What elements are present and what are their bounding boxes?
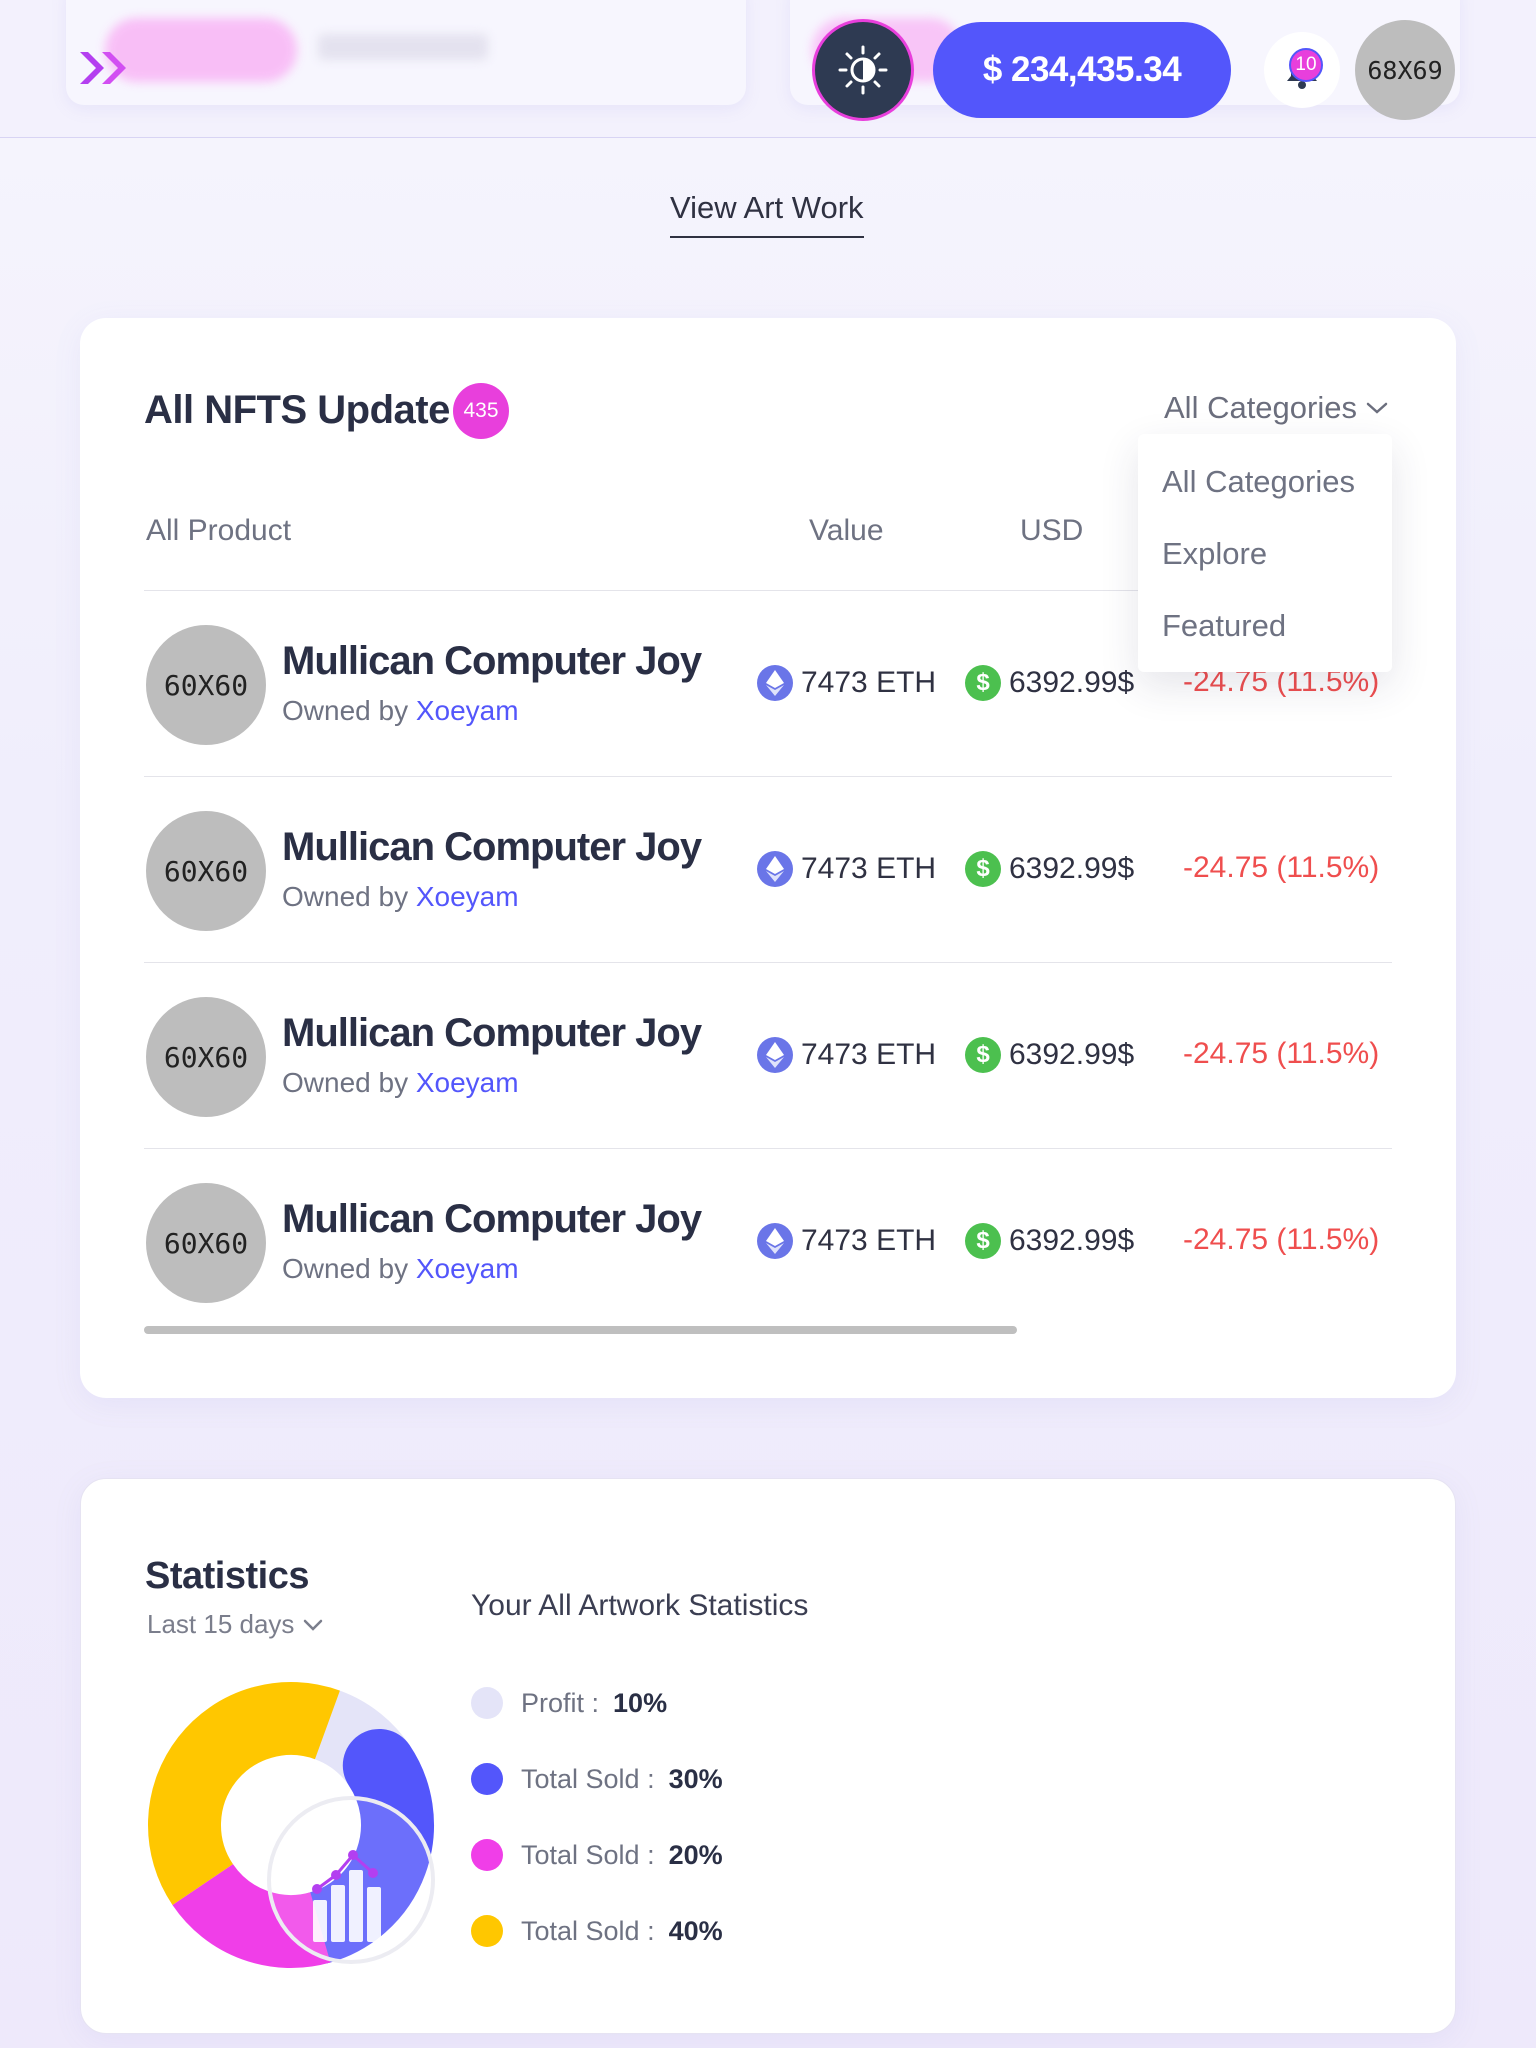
eth-amount: 7473 ETH bbox=[801, 1038, 937, 1071]
usd-amount: 6392.99$ bbox=[1009, 666, 1135, 699]
usd-value: $ 6392.99$ bbox=[965, 1223, 1134, 1259]
statistics-subtitle: Your All Artwork Statistics bbox=[471, 1589, 809, 1622]
usd-amount: 6392.99$ bbox=[1009, 852, 1135, 885]
ethereum-icon bbox=[757, 1223, 793, 1259]
owned-by-text: Owned by Xoeyam bbox=[282, 881, 519, 913]
legend-dot bbox=[471, 1915, 503, 1947]
ethereum-icon bbox=[757, 1037, 793, 1073]
statistics-card: Statistics Last 15 days Your All Artwork… bbox=[80, 1478, 1456, 2034]
dollar-icon: $ bbox=[965, 851, 1001, 887]
dollar-icon: $ bbox=[965, 1037, 1001, 1073]
owned-by-label: Owned by bbox=[282, 695, 416, 726]
column-header-usd: USD bbox=[1020, 514, 1084, 547]
owner-link[interactable]: Xoeyam bbox=[416, 881, 519, 912]
dollar-icon: $ bbox=[965, 665, 1001, 701]
owned-by-text: Owned by Xoeyam bbox=[282, 695, 519, 727]
price-change: -24.75 (11.5%) bbox=[1183, 1037, 1380, 1070]
horizontal-scrollbar[interactable] bbox=[144, 1326, 1017, 1334]
nft-thumbnail: 60X60 bbox=[146, 1183, 266, 1303]
nft-name: Mullican Computer Joy bbox=[282, 1011, 702, 1055]
legend-label: Total Sold : bbox=[521, 1763, 655, 1794]
brightness-icon bbox=[838, 45, 888, 95]
dropdown-option-featured[interactable]: Featured bbox=[1138, 590, 1392, 662]
statistics-title: Statistics bbox=[145, 1555, 309, 1597]
nft-name: Mullican Computer Joy bbox=[282, 1197, 702, 1241]
view-art-work-link[interactable]: View Art Work bbox=[670, 190, 864, 238]
chevron-down-icon bbox=[304, 1619, 323, 1631]
legend-item: Total Sold : 20% bbox=[471, 1817, 723, 1893]
blurred-text-left bbox=[318, 34, 488, 60]
chevron-down-icon bbox=[1366, 402, 1388, 414]
usd-value: $ 6392.99$ bbox=[965, 1037, 1134, 1073]
theme-toggle-button[interactable] bbox=[812, 19, 914, 121]
wallet-balance-button[interactable]: $ 234,435.34 bbox=[933, 22, 1231, 118]
usd-value: $ 6392.99$ bbox=[965, 851, 1134, 887]
owner-link[interactable]: Xoeyam bbox=[416, 695, 519, 726]
statistics-donut-chart bbox=[148, 1682, 435, 1968]
price-change: -24.75 (11.5%) bbox=[1183, 1223, 1380, 1256]
column-header-product: All Product bbox=[146, 514, 292, 547]
nft-table: 60X60 Mullican Computer Joy Owned by Xoe… bbox=[144, 590, 1392, 1334]
legend-item: Total Sold : 40% bbox=[471, 1893, 723, 1969]
date-range-label: Last 15 days bbox=[147, 1609, 295, 1639]
category-select-label: All Categories bbox=[1164, 390, 1357, 425]
ethereum-icon bbox=[757, 851, 793, 887]
top-header: $ 234,435.34 10 68X69 bbox=[0, 0, 1536, 138]
nft-name: Mullican Computer Joy bbox=[282, 825, 702, 869]
legend-label: Profit : bbox=[521, 1687, 600, 1718]
table-row[interactable]: 60X60 Mullican Computer Joy Owned by Xoe… bbox=[144, 776, 1392, 962]
ethereum-icon bbox=[757, 665, 793, 701]
nft-thumbnail: 60X60 bbox=[146, 997, 266, 1117]
legend-value: 40% bbox=[668, 1915, 723, 1946]
legend-label: Total Sold : bbox=[521, 1839, 655, 1870]
legend-value: 30% bbox=[668, 1763, 723, 1794]
nft-name: Mullican Computer Joy bbox=[282, 639, 702, 683]
legend-label: Total Sold : bbox=[521, 1915, 655, 1946]
user-avatar[interactable]: 68X69 bbox=[1355, 20, 1455, 120]
legend-dot bbox=[471, 1763, 503, 1795]
eth-amount: 7473 ETH bbox=[801, 1224, 937, 1257]
category-select[interactable]: All Categories bbox=[1164, 390, 1389, 426]
owner-link[interactable]: Xoeyam bbox=[416, 1253, 519, 1284]
usd-amount: 6392.99$ bbox=[1009, 1224, 1135, 1257]
table-row[interactable]: 60X60 Mullican Computer Joy Owned by Xoe… bbox=[144, 1148, 1392, 1334]
owned-by-label: Owned by bbox=[282, 1067, 416, 1098]
eth-value: 7473 ETH bbox=[757, 1223, 936, 1259]
owned-by-text: Owned by Xoeyam bbox=[282, 1253, 519, 1285]
card-title: All NFTS Update bbox=[144, 388, 450, 432]
legend-dot bbox=[471, 1839, 503, 1871]
owner-link[interactable]: Xoeyam bbox=[416, 1067, 519, 1098]
eth-amount: 7473 ETH bbox=[801, 852, 937, 885]
legend-value: 20% bbox=[668, 1839, 723, 1870]
dropdown-option-explore[interactable]: Explore bbox=[1138, 518, 1392, 590]
owned-by-label: Owned by bbox=[282, 1253, 416, 1284]
nft-thumbnail: 60X60 bbox=[146, 625, 266, 745]
eth-amount: 7473 ETH bbox=[801, 666, 937, 699]
eth-value: 7473 ETH bbox=[757, 665, 936, 701]
legend-dot bbox=[471, 1687, 503, 1719]
notification-count-badge: 10 bbox=[1289, 48, 1323, 82]
dollar-icon: $ bbox=[965, 1223, 1001, 1259]
owned-by-label: Owned by bbox=[282, 881, 416, 912]
nft-count-badge: 435 bbox=[453, 383, 509, 439]
category-dropdown-menu: All Categories Explore Featured bbox=[1138, 434, 1392, 672]
double-chevron-icon[interactable] bbox=[78, 48, 134, 88]
dropdown-option-all-categories[interactable]: All Categories bbox=[1138, 446, 1392, 518]
column-header-value: Value bbox=[809, 514, 884, 547]
eth-value: 7473 ETH bbox=[757, 851, 936, 887]
chart-legend: Profit : 10% Total Sold : 30% Total Sold… bbox=[471, 1665, 723, 1969]
owned-by-text: Owned by Xoeyam bbox=[282, 1067, 519, 1099]
date-range-select[interactable]: Last 15 days bbox=[147, 1609, 324, 1640]
legend-item: Profit : 10% bbox=[471, 1665, 723, 1741]
price-change: -24.75 (11.5%) bbox=[1183, 851, 1380, 884]
usd-amount: 6392.99$ bbox=[1009, 1038, 1135, 1071]
eth-value: 7473 ETH bbox=[757, 1037, 936, 1073]
table-row[interactable]: 60X60 Mullican Computer Joy Owned by Xoe… bbox=[144, 962, 1392, 1148]
legend-value: 10% bbox=[613, 1687, 668, 1718]
legend-item: Total Sold : 30% bbox=[471, 1741, 723, 1817]
nft-thumbnail: 60X60 bbox=[146, 811, 266, 931]
usd-value: $ 6392.99$ bbox=[965, 665, 1134, 701]
